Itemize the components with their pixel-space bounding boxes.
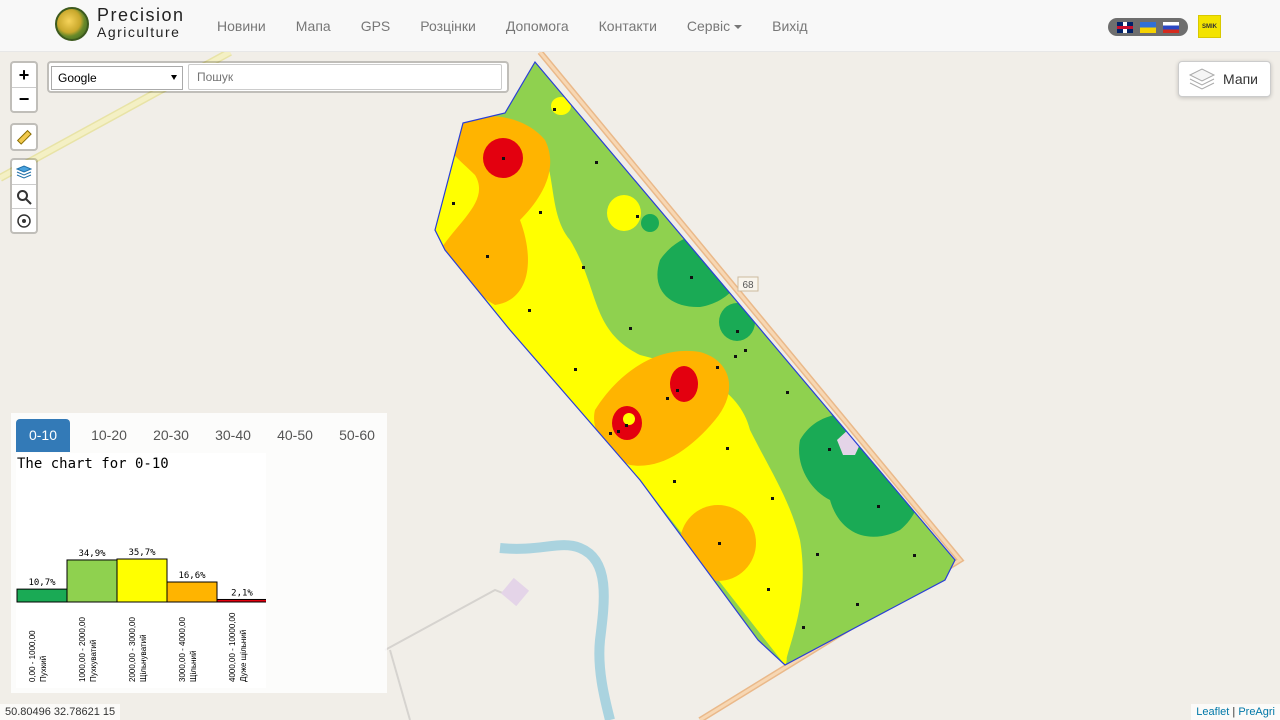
chart-category-range-label: 1000,00 - 2000,00 <box>78 617 87 682</box>
preagri-link[interactable]: PreAgri <box>1238 706 1275 718</box>
dropdown-arrow-icon <box>171 75 177 80</box>
tools-control <box>10 158 38 234</box>
chart-value-label: 35,7% <box>128 548 156 558</box>
chart-value-label: 16,6% <box>178 571 206 581</box>
nav-logout[interactable]: Вихід <box>757 0 822 52</box>
coordinates-readout: 50.80496 32.78621 15 <box>0 704 121 720</box>
measure-control <box>10 123 38 151</box>
attribution: Leaflet | PreAgri <box>1191 704 1280 720</box>
main-nav: Новини Мапа GPS Розцінки Допомога Контак… <box>202 0 823 52</box>
chart-category-range-label: 0,00 - 1000,00 <box>28 630 37 682</box>
tab-20-30[interactable]: 20-30 <box>140 419 202 452</box>
chart-category-range-label: 2000,00 - 3000,00 <box>128 617 137 682</box>
chart-category-name-label: Щільний <box>189 651 198 682</box>
chart-value-label: 34,9% <box>78 549 106 559</box>
layers-stack-icon[interactable] <box>12 160 36 184</box>
brand[interactable]: Precision Agriculture <box>55 5 185 41</box>
zoom-out-button[interactable]: − <box>12 87 36 111</box>
language-switcher <box>1108 18 1188 36</box>
chart-category-range-label: 3000,00 - 4000,00 <box>178 617 187 682</box>
chart-category-name-label: Щільнуватий <box>139 634 148 682</box>
nav-service-dropdown[interactable]: Сервіс <box>672 0 757 52</box>
chart-value-label: 10,7% <box>28 578 56 588</box>
tab-40-50[interactable]: 40-50 <box>264 419 326 452</box>
depth-tabs: 0-10 10-20 20-30 30-40 40-50 50-60 <box>16 419 388 452</box>
zoom-in-button[interactable]: + <box>12 63 36 87</box>
nav-news[interactable]: Новини <box>202 0 281 52</box>
road-number-label: 68 <box>742 280 754 291</box>
ukraine-flag-icon[interactable] <box>1139 21 1156 33</box>
brand-name-line2: Agriculture <box>97 24 181 40</box>
chart-category-name-label: Пухкуватий <box>89 640 98 682</box>
provider-select[interactable]: Google <box>51 66 183 90</box>
leaflet-link[interactable]: Leaflet <box>1196 706 1229 718</box>
chart-value-label: 2,1% <box>231 588 253 598</box>
russia-flag-icon[interactable] <box>1162 21 1179 33</box>
chart-bar <box>116 558 168 603</box>
chart-category-name-label: Дуже щільний <box>239 630 248 682</box>
chart-bar <box>166 581 218 603</box>
navbar: Precision Agriculture Новини Мапа GPS Ро… <box>0 0 1280 52</box>
ruler-icon[interactable] <box>12 125 36 149</box>
search-input[interactable] <box>188 64 502 90</box>
histogram-chart: 10,7% 0,00 - 1000,00 Пухкий 34,9% 1000,00 - … <box>16 548 266 682</box>
nav-help[interactable]: Допомога <box>491 0 584 52</box>
chart-category-name-label: Пухкий <box>39 656 48 682</box>
brand-name-line1: Precision <box>97 5 185 25</box>
search-icon[interactable] <box>12 184 36 208</box>
chart-area: The chart for 0-10 10,7% 0,00 - 1000,00 Пу… <box>16 453 266 688</box>
tab-50-60[interactable]: 50-60 <box>326 419 388 452</box>
tab-0-10[interactable]: 0-10 <box>16 419 70 452</box>
depth-chart-panel: 0-10 10-20 20-30 30-40 40-50 50-60 The c… <box>11 413 387 693</box>
uk-flag-icon[interactable] <box>1117 21 1134 33</box>
layers-button[interactable]: Мапи <box>1178 61 1271 97</box>
tab-30-40[interactable]: 30-40 <box>202 419 264 452</box>
chart-category-range-label: 4000,00 - 10000,00 <box>228 612 237 682</box>
nav-gps[interactable]: GPS <box>346 0 406 52</box>
attribution-separator: | <box>1232 706 1236 718</box>
nav-prices[interactable]: Розцінки <box>405 0 491 52</box>
nav-service-label: Сервіс <box>686 18 731 34</box>
nav-map[interactable]: Мапа <box>281 0 346 52</box>
chart-bar <box>216 598 266 603</box>
locate-icon[interactable] <box>12 208 36 232</box>
zoom-control: + − <box>10 61 38 113</box>
chart-bar <box>66 559 118 603</box>
brand-logo-icon <box>55 7 89 41</box>
tab-10-20[interactable]: 10-20 <box>78 419 140 452</box>
partner-logo[interactable]: SMIK <box>1198 15 1221 38</box>
layers-icon <box>1188 68 1216 90</box>
caret-down-icon <box>734 25 743 30</box>
provider-value: Google <box>58 71 97 85</box>
chart-bar <box>16 588 68 603</box>
nav-contacts[interactable]: Контакти <box>584 0 672 52</box>
layers-label: Мапи <box>1223 71 1259 87</box>
geosearch-panel: Google <box>47 61 509 93</box>
